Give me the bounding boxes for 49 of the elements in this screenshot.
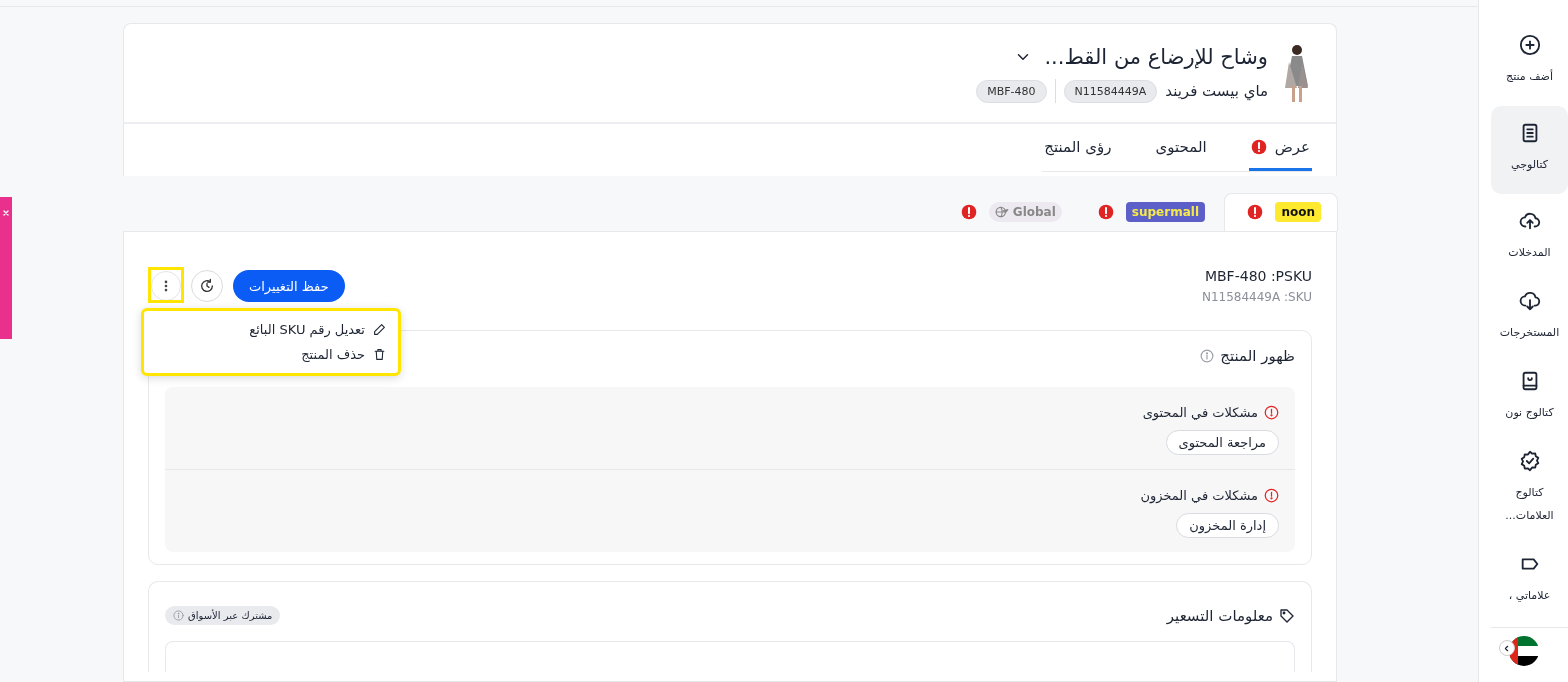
sidebar-item[interactable]: كتالوج نون	[1491, 362, 1568, 434]
badge-check-icon	[1518, 450, 1541, 472]
shared-badge: مشترك عبر الأسواق	[165, 606, 281, 625]
tag-icon	[1279, 607, 1295, 624]
globe-icon	[994, 205, 1009, 219]
pencil-icon	[373, 323, 386, 336]
sku-text: N11584449A :SKU	[1201, 290, 1312, 304]
chevron-left-icon	[1502, 643, 1511, 653]
info-icon	[173, 610, 184, 621]
brand-name: ماي بيست فريند	[1165, 82, 1268, 100]
sidebar-item[interactable]: المدخلات	[1491, 202, 1568, 274]
sku-badge: MBF-480	[976, 79, 1047, 103]
history-icon	[199, 278, 215, 294]
tab[interactable]: رؤى المنتج	[1042, 124, 1114, 171]
issue-title: مشكلات في المحتوى	[1142, 405, 1258, 420]
marketplace-logo: supermall	[1125, 202, 1205, 222]
flag-icon[interactable]	[1508, 636, 1539, 666]
sidebar-item[interactable]: علاماتي ،	[1491, 545, 1568, 617]
download-icon	[1518, 290, 1541, 312]
marketplace-tab[interactable]: noon	[1224, 193, 1338, 231]
marketplace-tab[interactable]: supermall	[1080, 193, 1222, 231]
add-icon	[1518, 34, 1541, 56]
save-button[interactable]: حفظ التغييرات	[233, 270, 345, 302]
sidebar-item[interactable]: المستخرجات	[1491, 282, 1568, 354]
marketplace-logo: Global	[988, 202, 1062, 222]
tab[interactable]: المحتوى	[1153, 124, 1209, 171]
sidebar-item[interactable]: أضف منتج	[1491, 26, 1568, 98]
upload-icon	[1518, 210, 1541, 232]
issue-action-button[interactable]: مراجعة المحتوى	[1165, 430, 1279, 455]
tab[interactable]: عرض	[1248, 124, 1312, 171]
sku-badge: N11584449A	[1063, 79, 1158, 103]
trash-icon	[373, 348, 386, 361]
history-button[interactable]	[191, 270, 223, 302]
error-icon	[1264, 405, 1279, 420]
product-title: وشاح للإرضاع من القط...	[1044, 45, 1268, 69]
error-icon	[1264, 488, 1279, 503]
collapse-button[interactable]	[1498, 640, 1515, 656]
issue-title: مشكلات في المخزون	[1140, 488, 1258, 503]
marketplace-logo: noon	[1275, 202, 1321, 222]
menu-item[interactable]: تعديل رقم SKU البائع	[144, 317, 398, 342]
sidebar-item[interactable]: كتالوج العلامات...	[1491, 442, 1568, 537]
close-icon	[2, 209, 10, 217]
section-title: ظهور المنتج	[1220, 347, 1295, 365]
info-icon	[1200, 349, 1215, 363]
psku-text: MBF-480 :PSKU	[1204, 268, 1312, 284]
sidebar-item[interactable]: كتالوجي	[1491, 106, 1568, 194]
issue-action-button[interactable]: إدارة المخزون	[1176, 513, 1279, 538]
section-title: معلومات التسعير	[1166, 606, 1273, 625]
menu-item[interactable]: حذف المنتج	[144, 342, 398, 367]
